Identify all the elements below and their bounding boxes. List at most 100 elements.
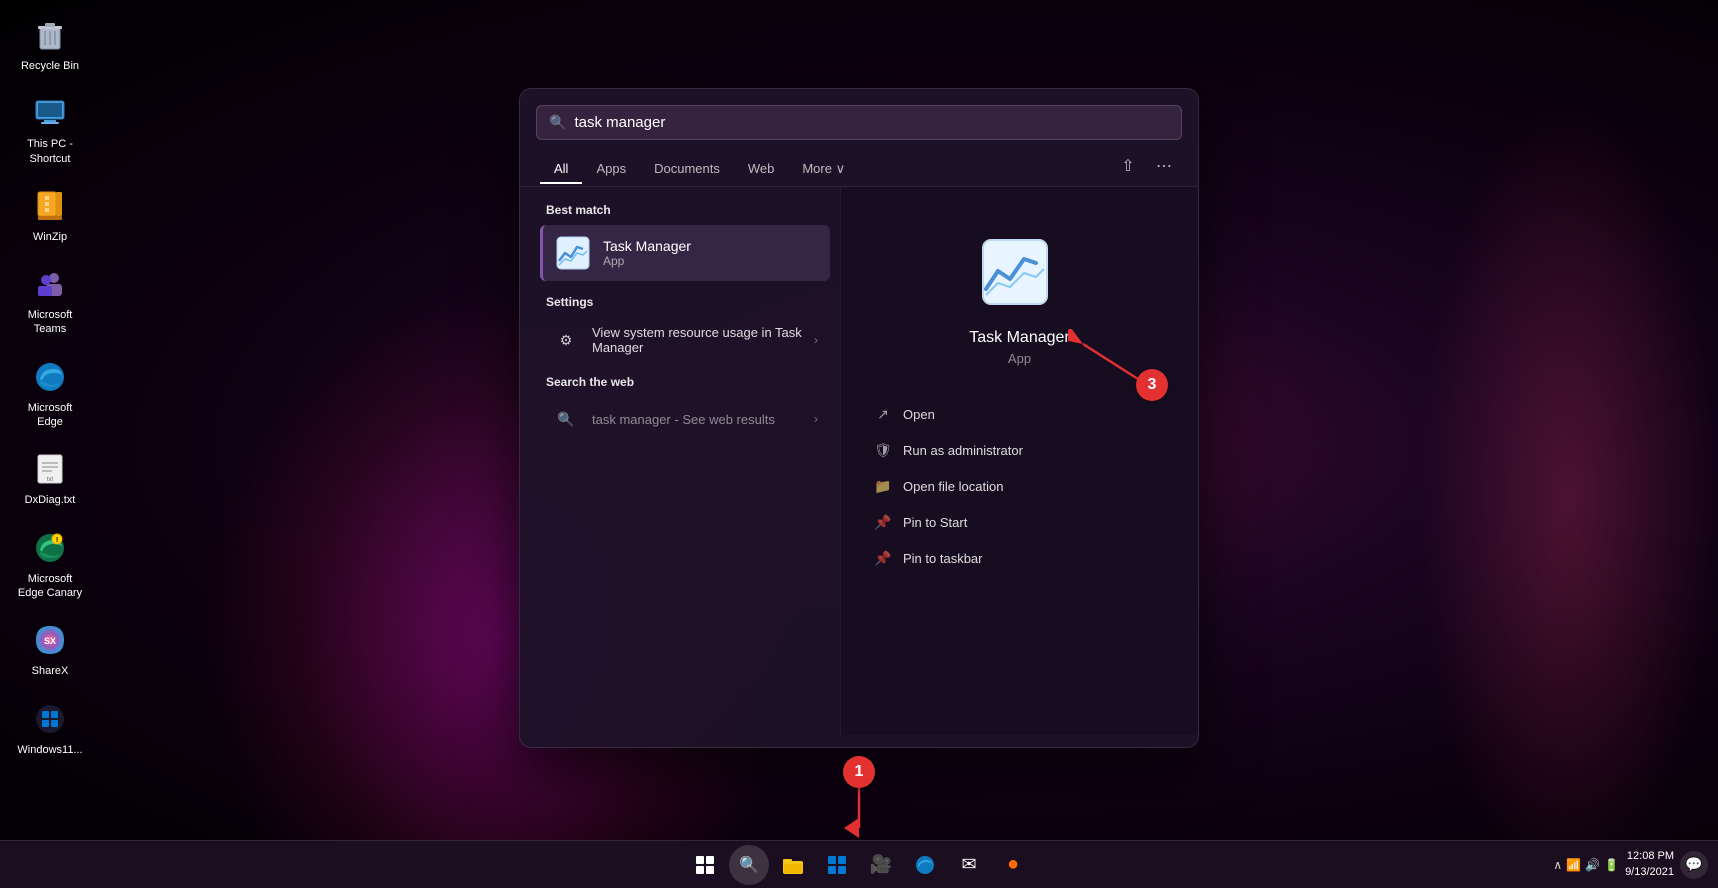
desktop-icon-winzip[interactable]: WinZip	[10, 181, 90, 249]
search-bar: 🔍 2	[536, 105, 1182, 140]
svg-text:SX: SX	[44, 636, 56, 646]
bg-glow-3	[1418, 100, 1718, 888]
context-item-pin-taskbar[interactable]: 📌 Pin to taskbar	[861, 540, 1178, 576]
search-input[interactable]	[574, 114, 1169, 131]
pin-start-label: Pin to Start	[903, 515, 967, 530]
clock[interactable]: 12:08 PM 9/13/2021	[1625, 849, 1674, 880]
tab-web[interactable]: Web	[734, 155, 789, 184]
notification-icon[interactable]: 💬	[1680, 851, 1708, 879]
context-item-run-admin[interactable]: 🛡 Run as administrator	[861, 432, 1178, 468]
taskbar-video-call[interactable]: 🎥	[861, 845, 901, 885]
this-pc-label: This PC -Shortcut	[27, 137, 73, 166]
taskbar-mail[interactable]: ✉	[949, 845, 989, 885]
recycle-bin-icon	[30, 15, 70, 55]
file-location-label: Open file location	[903, 479, 1003, 494]
desktop: Recycle Bin This PC -Shortcut	[0, 0, 1718, 888]
tab-documents[interactable]: Documents	[640, 155, 734, 184]
edge-canary-icon: !	[30, 528, 70, 568]
teams-label: MicrosoftTeams	[28, 308, 73, 337]
task-manager-icon-large	[980, 237, 1060, 317]
desktop-icons: Recycle Bin This PC -Shortcut	[10, 10, 90, 762]
taskbar-right: ∧ 📶 🔊 🔋 12:08 PM 9/13/2021 💬	[1553, 849, 1708, 880]
this-pc-icon	[30, 93, 70, 133]
winzip-icon	[30, 186, 70, 226]
settings-item-resources[interactable]: ⚙ View system resource usage in Task Man…	[540, 317, 830, 363]
left-panel: Best match Task Manager App	[520, 187, 840, 735]
file-location-icon: 📁	[873, 476, 893, 496]
settings-section-title: Settings	[540, 295, 830, 309]
right-panel-app-type: App	[1008, 351, 1031, 366]
desktop-icon-edge[interactable]: MicrosoftEdge	[10, 352, 90, 435]
pin-taskbar-icon: 📌	[873, 548, 893, 568]
annotation-1: 1	[843, 756, 875, 788]
date-display: 9/13/2021	[1625, 865, 1674, 880]
taskbar-center: 🔍 🎥	[685, 845, 1033, 885]
windows11-icon	[30, 699, 70, 739]
desktop-icon-teams[interactable]: MicrosoftTeams	[10, 259, 90, 342]
windows-logo	[696, 856, 714, 874]
best-match-type: App	[603, 254, 691, 268]
web-search-arrow: ›	[814, 412, 818, 426]
svg-text:txt: txt	[47, 477, 54, 483]
open-icon: ↗	[873, 404, 893, 424]
context-item-open[interactable]: ↗ Open	[861, 396, 1178, 432]
time-display: 12:08 PM	[1625, 849, 1674, 864]
best-match-item[interactable]: Task Manager App	[540, 225, 830, 281]
desktop-icon-windows11[interactable]: Windows11...	[10, 694, 90, 762]
search-icon: 🔍	[549, 114, 566, 131]
share-icon-btn[interactable]: ⇧	[1114, 152, 1142, 180]
start-menu: 🔍 2 All Apps Documents Web More ∨	[519, 88, 1199, 748]
web-search-icon: 🔍	[552, 405, 580, 433]
tab-apps[interactable]: Apps	[582, 155, 640, 184]
windows11-label: Windows11...	[17, 743, 82, 757]
edge-label: MicrosoftEdge	[28, 401, 73, 430]
teams-icon	[30, 264, 70, 304]
web-section-title: Search the web	[540, 375, 830, 389]
context-item-file-location[interactable]: 📁 Open file location	[861, 468, 1178, 504]
more-options-btn[interactable]: ⋯	[1150, 152, 1178, 180]
best-match-info: Task Manager App	[603, 238, 691, 268]
best-match-title: Best match	[540, 203, 830, 217]
best-match-name: Task Manager	[603, 238, 691, 254]
battery-icon[interactable]: 🔋	[1604, 858, 1619, 872]
filter-tab-actions: ⇧ ⋯	[1114, 152, 1178, 186]
content-area: Best match Task Manager App	[520, 187, 1198, 735]
context-menu: ↗ Open 🛡 Run as administrator 📁 Open fil…	[861, 396, 1178, 576]
tab-all[interactable]: All	[540, 155, 582, 184]
settings-item-label: View system resource usage in Task Manag…	[592, 325, 802, 355]
taskbar-edge[interactable]	[905, 845, 945, 885]
winzip-label: WinZip	[33, 230, 67, 244]
run-admin-icon: 🛡	[873, 440, 893, 460]
desktop-icon-recycle-bin[interactable]: Recycle Bin	[10, 10, 90, 78]
web-suffix: - See web results	[674, 412, 774, 427]
tab-more[interactable]: More ∨	[788, 155, 859, 185]
edge-canary-label: MicrosoftEdge Canary	[18, 572, 82, 601]
start-button[interactable]	[685, 845, 725, 885]
desktop-icon-edge-canary[interactable]: ! MicrosoftEdge Canary	[10, 523, 90, 606]
settings-item-arrow: ›	[814, 333, 818, 347]
taskbar: 🔍 🎥	[0, 840, 1718, 888]
network-icon[interactable]: 📶	[1566, 858, 1581, 872]
dxdiag-label: DxDiag.txt	[25, 493, 76, 507]
desktop-icon-sharex[interactable]: SX ShareX	[10, 615, 90, 683]
desktop-icon-this-pc[interactable]: This PC -Shortcut	[10, 88, 90, 171]
app-header: Task Manager App	[861, 207, 1178, 386]
pin-taskbar-label: Pin to taskbar	[903, 551, 983, 566]
system-tray: ∧ 📶 🔊 🔋	[1553, 858, 1619, 872]
right-panel-app-name: Task Manager	[969, 329, 1070, 347]
volume-icon[interactable]: 🔊	[1585, 858, 1600, 872]
pin-start-icon: 📌	[873, 512, 893, 532]
tray-up-arrow[interactable]: ∧	[1553, 858, 1562, 872]
right-panel: Task Manager App ↗ Open 🛡 Run as adminis…	[840, 187, 1198, 735]
taskbar-search-button[interactable]: 🔍	[729, 845, 769, 885]
taskbar-file-explorer[interactable]	[773, 845, 813, 885]
taskbar-store[interactable]	[817, 845, 857, 885]
desktop-icon-dxdiag[interactable]: txt DxDiag.txt	[10, 444, 90, 512]
edge-icon	[30, 357, 70, 397]
context-item-pin-start[interactable]: 📌 Pin to Start	[861, 504, 1178, 540]
settings-icon: ⚙	[552, 326, 580, 354]
web-search-item[interactable]: 🔍 task manager - See web results ›	[540, 397, 830, 441]
annotation-3: 3	[1136, 369, 1168, 401]
dxdiag-icon: txt	[30, 449, 70, 489]
taskbar-orange-app[interactable]: ●	[993, 845, 1033, 885]
